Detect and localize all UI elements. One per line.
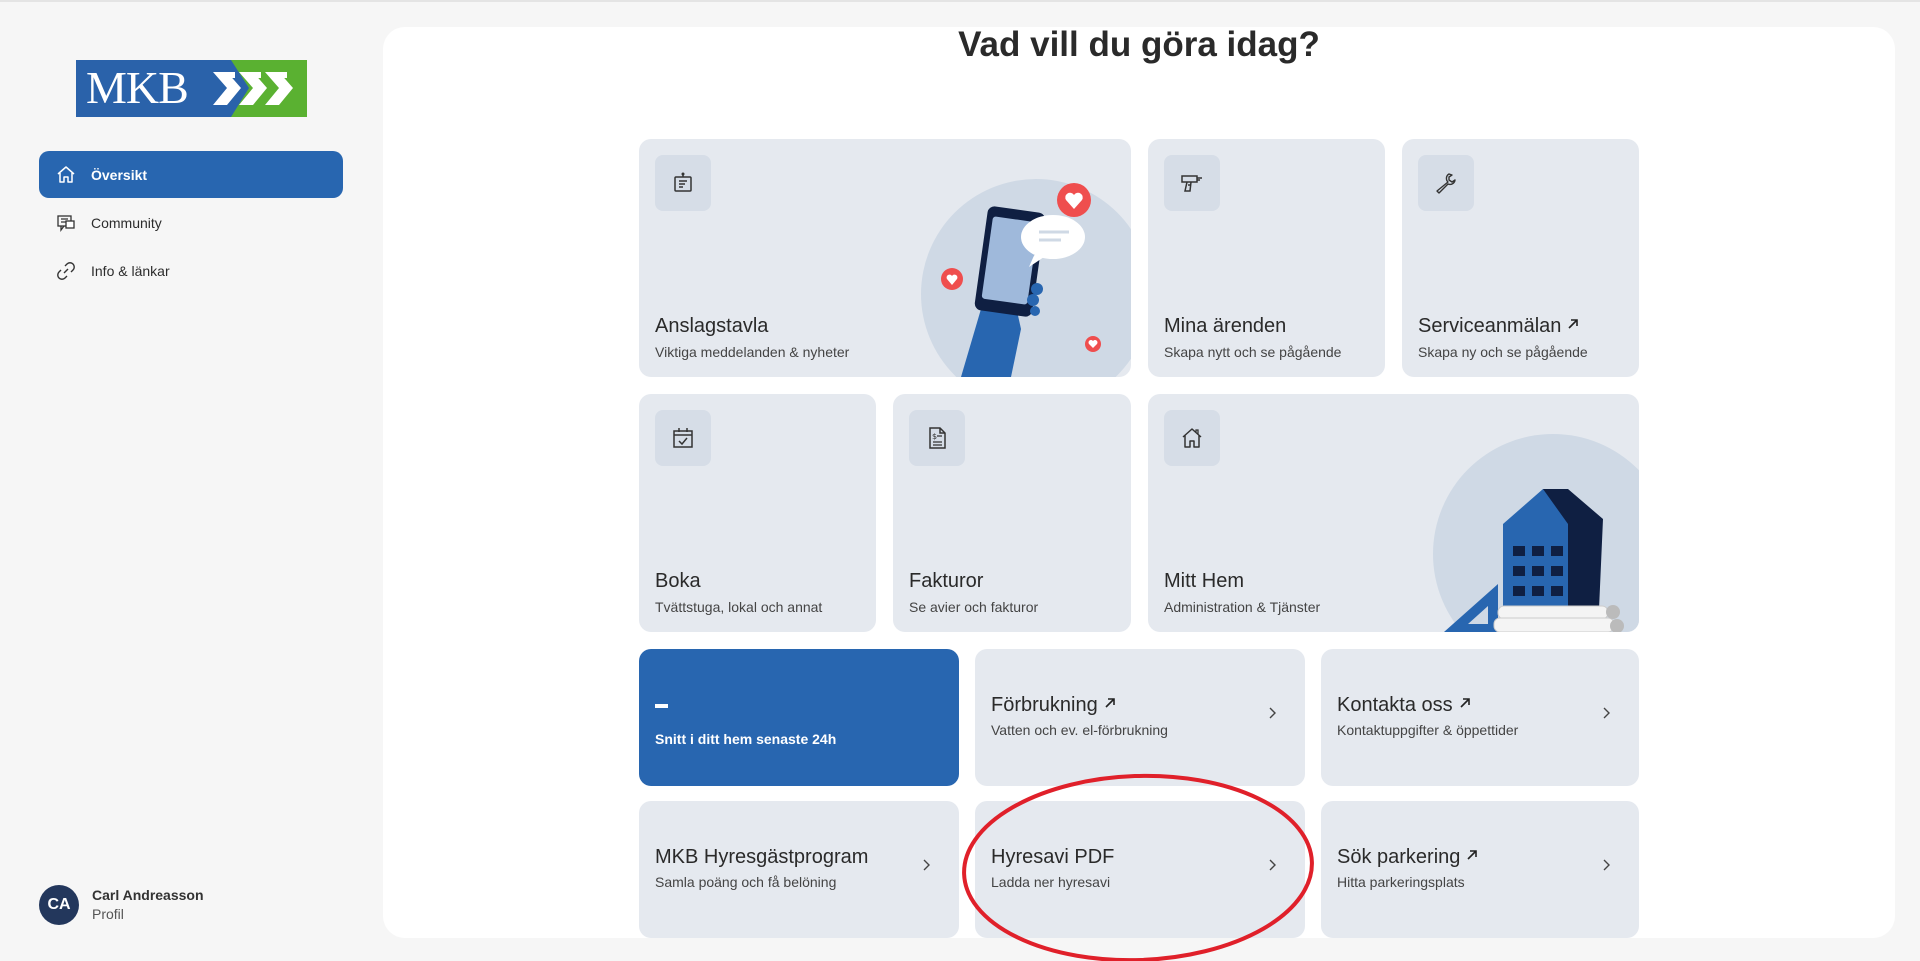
sidebar-nav: Översikt Community Info & länkar [39, 151, 343, 295]
link-icon [57, 262, 75, 280]
tile-subtitle: Hitta parkeringsplats [1337, 874, 1465, 890]
tile-fakturor[interactable]: $ Fakturor Se avier och fakturor [893, 394, 1131, 632]
logo-arrows-icon [209, 60, 307, 117]
tile-title: Serviceanmälan [1418, 315, 1579, 338]
sidebar-item-community[interactable]: Community [39, 199, 343, 246]
main-panel: Vad vill du göra idag? Anslagstavla Vikt… [383, 27, 1895, 938]
drill-icon [1164, 155, 1220, 211]
tile-title: Förbrukning [991, 694, 1116, 717]
chevron-right-icon [1269, 707, 1276, 719]
tile-title: Kontakta oss [1337, 694, 1471, 717]
chat-icon [57, 215, 75, 232]
tile-subtitle: Administration & Tjänster [1164, 599, 1321, 615]
invoice-icon: $ [909, 410, 965, 466]
avatar[interactable]: CA [39, 885, 79, 925]
tile-title-text: Förbrukning [991, 694, 1098, 716]
external-link-icon [1467, 850, 1478, 860]
calendar-icon [655, 410, 711, 466]
wrench-icon [1418, 155, 1474, 211]
tile-title-text: Sök parkering [1337, 846, 1461, 868]
building-illustration [1433, 434, 1639, 632]
profile-name: Carl Andreasson [92, 887, 204, 903]
tile-subtitle: Vatten och ev. el-förbrukning [991, 722, 1168, 738]
chevron-right-icon [1269, 859, 1276, 871]
home-icon [57, 166, 75, 183]
tile-title-text: Kontakta oss [1337, 694, 1453, 716]
tile-title: Mina ärenden [1164, 315, 1287, 337]
sidebar-item-label: Info & länkar [91, 262, 170, 279]
logo-text: MKB [86, 62, 189, 113]
tile-title: Fakturor [909, 570, 984, 592]
external-link-icon [1460, 698, 1470, 708]
tile-serviceanmalan[interactable]: Serviceanmälan Skapa ny och se pågående [1402, 139, 1639, 377]
tile-subtitle: Samla poäng och få belöning [655, 874, 837, 890]
profile-text: Carl Andreasson Profil [92, 886, 204, 924]
tile-subtitle: Viktiga meddelanden & nyheter [655, 344, 850, 360]
sidebar: MKB Översikt Community Info & länkar CA … [0, 0, 380, 961]
notice-board-icon [655, 155, 711, 211]
tile-subtitle: Kontaktuppgifter & öppettider [1337, 722, 1519, 738]
tile-subtitle: Snitt i ditt hem senaste 24h [655, 731, 837, 747]
page-title: Vad vill du göra idag? [958, 25, 1320, 64]
tile-subtitle: Skapa ny och se pågående [1418, 344, 1588, 360]
chevron-right-icon [1603, 707, 1610, 719]
sidebar-item-oversikt[interactable]: Översikt [39, 151, 343, 198]
tile-title: Anslagstavla [655, 315, 769, 337]
profile[interactable]: CA Carl Andreasson Profil [39, 885, 204, 925]
tile-mitt-hem[interactable]: Mitt Hem Administration & Tjänster [1148, 394, 1639, 632]
tile-mina-arenden[interactable]: Mina ärenden Skapa nytt och se pågående [1148, 139, 1385, 377]
external-link-icon [1105, 698, 1115, 708]
tile-title: MKB Hyresgästprogram [655, 846, 869, 868]
tile-title: Mitt Hem [1164, 570, 1244, 592]
external-link-icon [1568, 319, 1579, 329]
tile-anslagstavla[interactable]: Anslagstavla Viktiga meddelanden & nyhet… [639, 139, 1131, 377]
tile-snitt[interactable]: - Snitt i ditt hem senaste 24h [639, 649, 959, 786]
tile-subtitle: Se avier och fakturor [909, 599, 1039, 615]
tile-title: Sök parkering [1337, 846, 1478, 869]
tile-forbrukning[interactable]: Förbrukning Vatten och ev. el-förbruknin… [975, 649, 1305, 786]
chevron-right-icon [923, 859, 930, 871]
svg-text:$: $ [932, 432, 937, 441]
mkb-logo[interactable]: MKB [76, 60, 307, 117]
chevron-right-icon [1603, 859, 1610, 871]
profile-link[interactable]: Profil [92, 905, 204, 924]
sidebar-item-label: Översikt [91, 166, 148, 183]
tile-title: Boka [655, 570, 701, 592]
tile-kontakta-oss[interactable]: Kontakta oss Kontaktuppgifter & öppettid… [1321, 649, 1639, 786]
sidebar-item-info[interactable]: Info & länkar [39, 247, 343, 294]
tile-subtitle: Tvättstuga, lokal och annat [655, 599, 823, 615]
tile-subtitle: Ladda ner hyresavi [991, 874, 1111, 890]
tile-title: Hyresavi PDF [991, 846, 1115, 868]
tile-boka[interactable]: Boka Tvättstuga, lokal och annat [639, 394, 876, 632]
consumption-value: - [655, 704, 668, 708]
tile-title-text: Serviceanmälan [1418, 315, 1562, 337]
sidebar-item-label: Community [91, 214, 162, 231]
tile-hyresavi-pdf[interactable]: Hyresavi PDF Ladda ner hyresavi [975, 801, 1305, 938]
tile-subtitle: Skapa nytt och se pågående [1164, 344, 1342, 360]
house-icon [1164, 410, 1220, 466]
tile-sok-parkering[interactable]: Sök parkering Hitta parkeringsplats [1321, 801, 1639, 938]
phone-illustration [921, 179, 1131, 377]
tile-hyresgastprogram[interactable]: MKB Hyresgästprogram Samla poäng och få … [639, 801, 959, 938]
